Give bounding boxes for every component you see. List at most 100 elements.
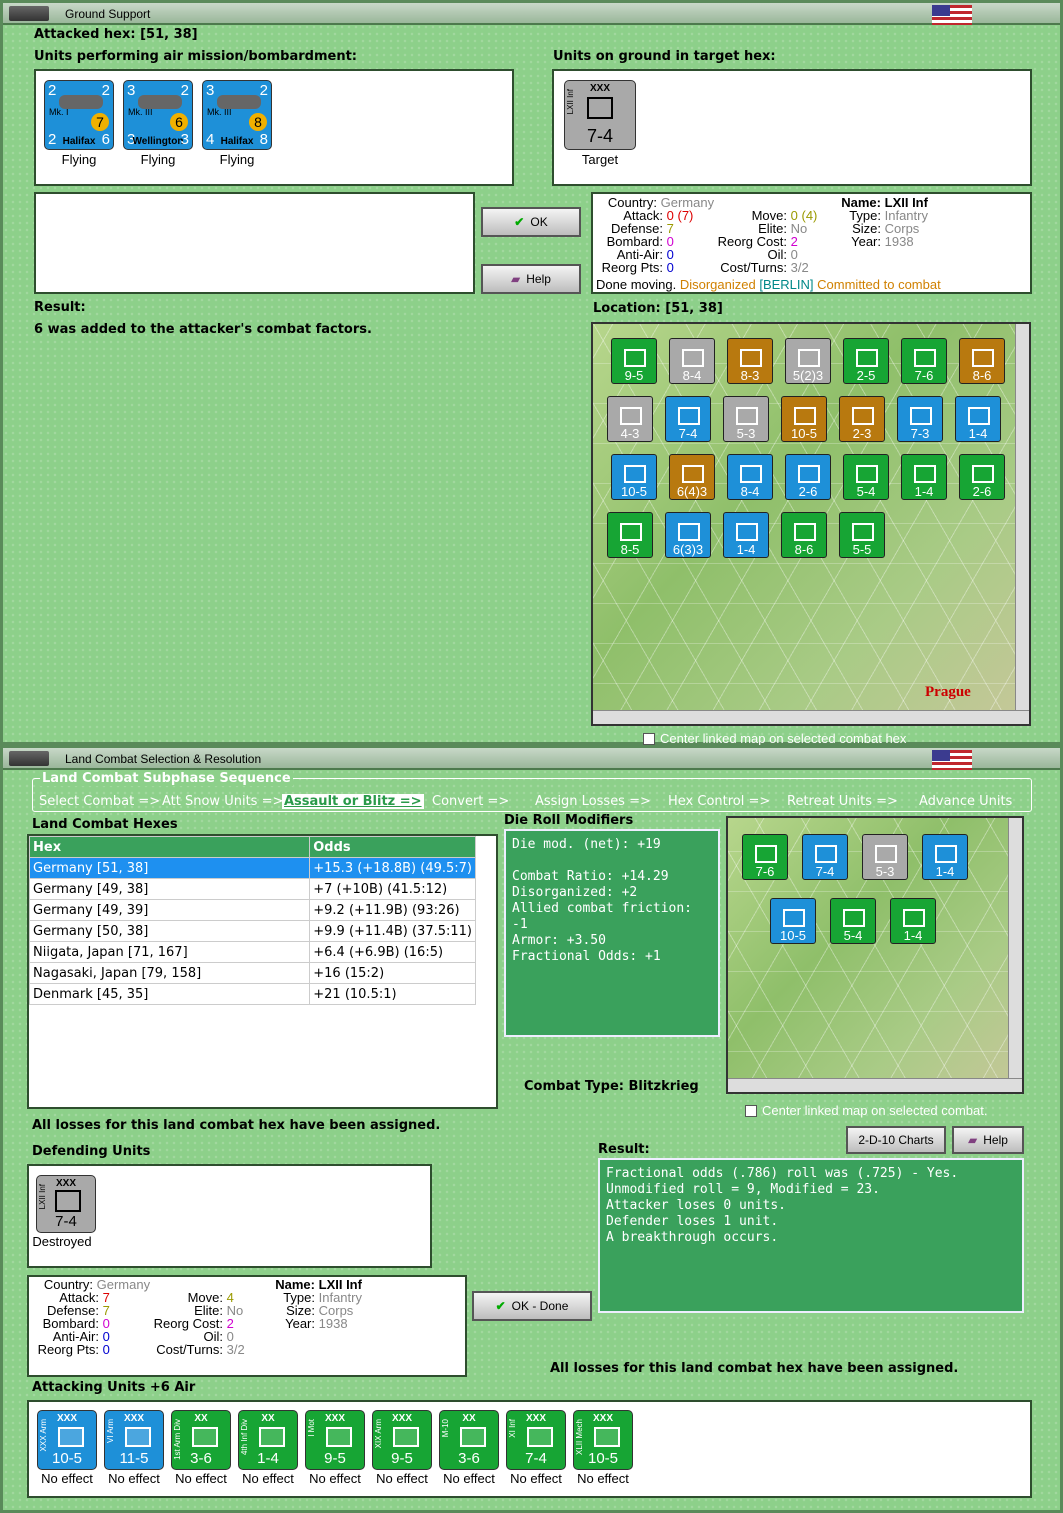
attacker-counter[interactable]: XXX I Mot 9-5 [305, 1410, 365, 1470]
attacker-counter[interactable]: XXX XLII Mech 10-5 [573, 1410, 633, 1470]
map-unit-counter[interactable]: 1-4 [922, 834, 968, 880]
map-unit-counter[interactable]: 8-4 [727, 454, 773, 500]
air-unit-counter[interactable]: 3 2 Mk. III 8 4 Halifax 8 [202, 80, 272, 150]
map-unit-counter[interactable]: 1-4 [890, 898, 936, 944]
map-unit-counter[interactable]: 10-5 [611, 454, 657, 500]
attacker-counter[interactable]: XXX XI Inf 7-4 [506, 1410, 566, 1470]
combat-hex-row[interactable]: Germany [50, 38] +9.9 (+11.4B) (37.5:11) [28, 920, 476, 942]
map-unit-counter[interactable]: 5-3 [862, 834, 908, 880]
unit-value: 7-4 [586, 126, 613, 146]
window-grip-icon[interactable] [9, 6, 49, 21]
map-unit-counter[interactable]: 5(2)3 [785, 338, 831, 384]
combat-hex-row[interactable]: Denmark [45, 35] +21 (10.5:1) [28, 983, 476, 1005]
unit-value: 10-5 [620, 484, 648, 499]
air-unit-counter[interactable]: 3 2 Mk. III 6 3 Wellington 3 [123, 80, 193, 150]
unit-value: 5-4 [843, 928, 863, 943]
unit-name: M-10 [441, 1419, 450, 1438]
unit-name: VI Arm [106, 1419, 115, 1444]
unit-symbol-icon [259, 1427, 285, 1447]
sequence-step[interactable]: Att Snow Units => [162, 794, 283, 809]
land-combat-titlebar[interactable]: Land Combat Selection & Resolution [3, 748, 1060, 770]
map-horizontal-scrollbar[interactable] [728, 1078, 1022, 1092]
ground-support-titlebar[interactable]: Ground Support [3, 3, 1060, 25]
sequence-step[interactable]: Hex Control => [668, 794, 770, 809]
map-unit-counter[interactable]: 10-5 [781, 396, 827, 442]
hex-column-header[interactable]: Hex [28, 836, 311, 858]
sequence-step[interactable]: Assault or Blitz => [282, 794, 424, 809]
attacker-counter[interactable]: XXX XXX Arm 10-5 [37, 1410, 97, 1470]
attacker-counter[interactable]: XXX XIX Arm 9-5 [372, 1410, 432, 1470]
map-horizontal-scrollbar[interactable] [593, 710, 1029, 724]
map-vertical-scrollbar[interactable] [1015, 324, 1029, 710]
unit-symbol-icon [843, 909, 865, 927]
map-unit-counter[interactable]: 2-6 [959, 454, 1005, 500]
map-unit-counter[interactable]: 8-6 [959, 338, 1005, 384]
map-unit-counter[interactable]: 8-5 [607, 512, 653, 558]
help-button[interactable]: ▰ Help [952, 1126, 1024, 1154]
ok-done-button[interactable]: ✔ OK - Done [472, 1291, 592, 1321]
center-combat-checkbox[interactable] [745, 1105, 757, 1117]
map-unit-counter[interactable]: 5-4 [843, 454, 889, 500]
tactical-map[interactable]: 9-5 8-4 8-3 5(2)3 2-5 7-6 8-6 4-3 7-4 5-3 10-5 2-3 7… [591, 322, 1031, 726]
sequence-step[interactable]: Retreat Units => [787, 794, 898, 809]
map-unit-counter[interactable]: 7-4 [802, 834, 848, 880]
combat-hex-row[interactable]: Germany [49, 38] +7 (+10B) (41.5:12) [28, 878, 476, 900]
sequence-step[interactable]: Select Combat => [39, 794, 160, 809]
unit-name: LXII Inf [38, 1184, 47, 1210]
attacker-counter[interactable]: XX M-10 3-6 [439, 1410, 499, 1470]
center-map-checkbox[interactable] [643, 733, 655, 745]
map-unit-counter[interactable]: 2-5 [843, 338, 889, 384]
map-unit-counter[interactable]: 4-3 [607, 396, 653, 442]
attacker-status: No effect [376, 1471, 428, 1486]
help-button[interactable]: ▰ Help [481, 264, 581, 294]
map-unit-counter[interactable]: 7-6 [742, 834, 788, 880]
unit-value: 1-4 [935, 864, 955, 879]
map-unit-counter[interactable]: 7-3 [897, 396, 943, 442]
unit-defense: 2 [101, 82, 110, 99]
map-unit-counter[interactable]: 5-5 [839, 512, 885, 558]
map-unit-counter[interactable]: 6(3)3 [665, 512, 711, 558]
combat-hex-row[interactable]: Germany [51, 38] +15.3 (+18.8B) (49.5:7) [28, 857, 476, 879]
map-unit-counter[interactable]: 7-6 [901, 338, 947, 384]
odds-column-header[interactable]: Odds [309, 836, 476, 858]
map-unit-counter[interactable]: 1-4 [901, 454, 947, 500]
unit-name: I Mot [307, 1419, 316, 1437]
map-unit-counter[interactable]: 7-4 [665, 396, 711, 442]
map-unit-counter[interactable]: 6(4)3 [669, 454, 715, 500]
combat-hex-row[interactable]: Germany [49, 39] +9.2 (+11.9B) (93:26) [28, 899, 476, 921]
target-unit-counter[interactable]: XXX LXII Inf 7-4 [564, 80, 636, 150]
unit-symbol-icon [736, 407, 758, 425]
combat-map[interactable]: 7-6 7-4 5-3 1-4 10-5 5-4 1-4 [726, 816, 1024, 1094]
map-unit-counter[interactable]: 9-5 [611, 338, 657, 384]
combat-hex-row[interactable]: Nagasaki, Japan [79, 158] +16 (15:2) [28, 962, 476, 984]
map-vertical-scrollbar[interactable] [1008, 818, 1022, 1078]
sequence-step[interactable]: Advance Units [919, 794, 1012, 809]
map-unit-counter[interactable]: 5-4 [830, 898, 876, 944]
ok-button[interactable]: ✔ OK [481, 207, 581, 237]
charts-button[interactable]: 2-D-10 Charts [846, 1126, 946, 1154]
map-unit-counter[interactable]: 8-4 [669, 338, 715, 384]
info-cost-row: Cost/Turns: 3/2 [711, 261, 817, 274]
combat-hex-row[interactable]: Niigata, Japan [71, 167] +6.4 (+6.9B) (16… [28, 941, 476, 963]
window-grip-icon[interactable] [9, 751, 49, 766]
attacker-counter[interactable]: XXX VI Arm 11-5 [104, 1410, 164, 1470]
map-unit-counter[interactable]: 5-3 [723, 396, 769, 442]
map-unit-counter[interactable]: 10-5 [770, 898, 816, 944]
attacker-status: No effect [443, 1471, 495, 1486]
sequence-step[interactable]: Assign Losses => [535, 794, 651, 809]
unit-name: XIX Arm [374, 1419, 383, 1449]
attacking-label: Attacking Units +6 Air [32, 1380, 196, 1395]
map-unit-counter[interactable]: 1-4 [723, 512, 769, 558]
map-unit-counter[interactable]: 8-6 [781, 512, 827, 558]
odds-cell: +7 (+10B) (41.5:12) [309, 878, 476, 900]
map-unit-counter[interactable]: 8-3 [727, 338, 773, 384]
defender-counter[interactable]: XXX LXII Inf 7-4 [36, 1175, 96, 1233]
map-unit-counter[interactable]: 2-6 [785, 454, 831, 500]
attacker-counter[interactable]: XX 1st Arm Div 3-6 [171, 1410, 231, 1470]
air-unit-counter[interactable]: 2 2 Mk. I 7 2 Halifax 6 [44, 80, 114, 150]
unit-symbol-icon [914, 349, 936, 367]
map-unit-counter[interactable]: 2-3 [839, 396, 885, 442]
sequence-step[interactable]: Convert => [432, 794, 509, 809]
attacker-counter[interactable]: XX 4th Inf Div 1-4 [238, 1410, 298, 1470]
map-unit-counter[interactable]: 1-4 [955, 396, 1001, 442]
